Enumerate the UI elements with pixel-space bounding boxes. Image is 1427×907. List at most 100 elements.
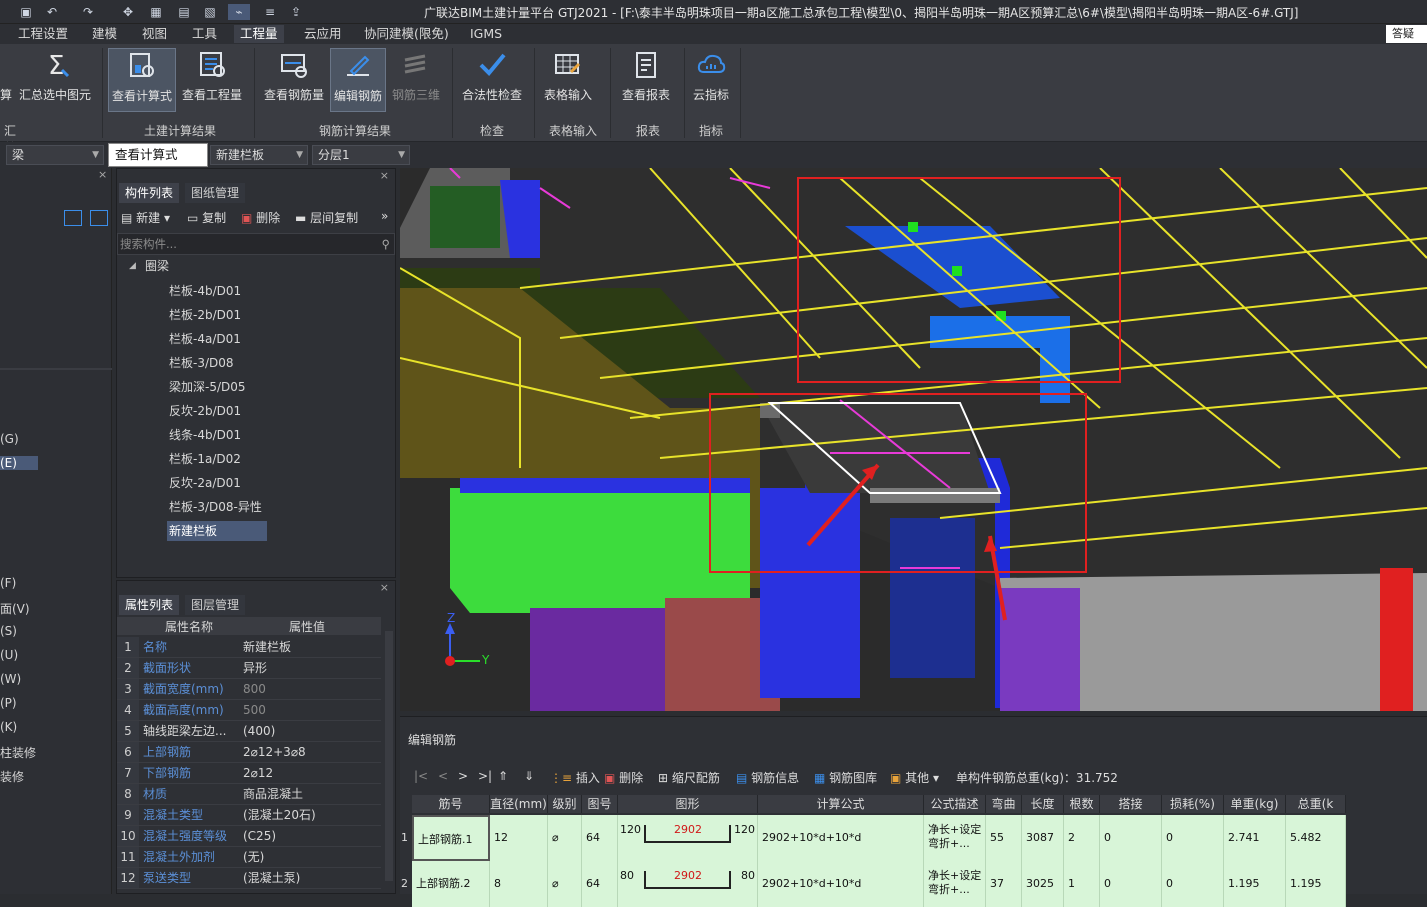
grid-cell[interactable]: 2902+10*d+10*d [758, 861, 924, 907]
nav-item[interactable]: 装修 [0, 768, 24, 785]
nav-item[interactable]: (S) [0, 624, 17, 638]
grid-column-header[interactable]: 筋号 [412, 795, 490, 813]
save-icon[interactable]: ▣ [18, 4, 34, 20]
calc-button[interactable]: 算 [0, 48, 12, 112]
close-icon[interactable]: × [98, 168, 107, 181]
property-row[interactable]: 4 截面高度(mm) 500 [117, 700, 381, 721]
next-icon[interactable]: > [458, 769, 468, 783]
tree-item[interactable]: 反坎-2b/D01 [167, 401, 243, 421]
3d-viewport[interactable]: Z Y [400, 168, 1427, 711]
move-icon[interactable]: ✥ [120, 4, 136, 20]
tree-item[interactable]: 线条-4b/D01 [167, 425, 243, 445]
grid-column-header[interactable]: 直径(mm) [490, 795, 548, 813]
property-row[interactable]: 10 混凝土强度等级 (C25) [117, 826, 381, 847]
grid-cell[interactable]: 0 [1162, 815, 1224, 861]
tree-item[interactable]: 梁加深-5/D05 [167, 377, 248, 397]
property-value[interactable]: (400) [243, 721, 275, 741]
grid-column-header[interactable]: 级别 [548, 795, 582, 813]
delete-button[interactable]: ▣ 删除 [241, 209, 280, 226]
menu-project-settings[interactable]: 工程设置 [12, 25, 74, 43]
tab-layer-management[interactable]: 图层管理 [185, 595, 246, 615]
other-button[interactable]: ▣ 其他 ▾ [890, 769, 939, 786]
grid-column-header[interactable]: 搭接 [1100, 795, 1162, 813]
property-value[interactable]: (混凝土20石) [243, 805, 316, 825]
tree-item[interactable]: 栏板-3/D08-异性 [167, 497, 264, 517]
type-select[interactable]: 梁 ▼ [6, 145, 104, 165]
nav-item[interactable]: 柱装修 [0, 744, 36, 761]
close-icon[interactable]: × [380, 169, 389, 182]
move-down-icon[interactable]: ⇓ [524, 769, 534, 783]
table-input-button[interactable]: 表格输入 [538, 48, 598, 112]
nav-item[interactable]: (P) [0, 696, 17, 710]
grid-cell[interactable]: 2902+10*d+10*d [758, 815, 924, 861]
property-value[interactable]: 2⌀12 [243, 763, 273, 783]
grid-cell[interactable]: 0 [1100, 861, 1162, 907]
prev-icon[interactable]: < [438, 769, 448, 783]
tree-item[interactable]: 栏板-3/D08 [167, 353, 236, 373]
grid-view-icon[interactable] [90, 210, 108, 226]
nav-item[interactable]: (K) [0, 720, 17, 734]
tree-item[interactable]: 栏板-4a/D01 [167, 329, 243, 349]
view-formula-button[interactable]: 查看计算式 [108, 48, 176, 112]
property-row[interactable]: 1 名称 新建栏板 [117, 637, 381, 658]
menu-collab[interactable]: 协同建模(限免) [358, 25, 455, 43]
grid-cell[interactable]: 2.741 [1224, 815, 1286, 861]
rebar-shape-cell[interactable]: 120 2902 120 [618, 815, 758, 861]
property-value[interactable]: (混凝土泵) [243, 868, 300, 888]
rebar-library-button[interactable]: ▦ 钢筋图库 [814, 769, 877, 786]
help-button[interactable]: 答疑解 [1386, 25, 1427, 58]
grid-column-header[interactable]: 长度 [1022, 795, 1064, 813]
property-row[interactable]: 7 下部钢筋 2⌀12 [117, 763, 381, 784]
grid-cell[interactable]: 0 [1100, 815, 1162, 861]
grid-cell[interactable]: 12 [490, 815, 548, 861]
tree-group[interactable]: 圈梁 [145, 257, 169, 274]
menu-cloud[interactable]: 云应用 [298, 25, 348, 43]
tab-component-list[interactable]: 构件列表 [119, 183, 180, 203]
nav-item[interactable]: (U) [0, 648, 18, 662]
first-icon[interactable]: |< [414, 769, 428, 783]
grid-cell[interactable]: 8 [490, 861, 548, 907]
close-icon[interactable]: × [380, 581, 389, 594]
image-icon[interactable]: ▧ [202, 4, 218, 20]
sum-selected-button[interactable]: Σ 汇总选中图元 [14, 48, 96, 112]
grid-column-header[interactable]: 总重(k [1286, 795, 1346, 813]
view-report-button[interactable]: 查看报表 [616, 48, 676, 112]
property-value[interactable]: 500 [243, 700, 266, 720]
undo-icon[interactable]: ↶ [44, 4, 60, 20]
grid-cell[interactable]: 5.482 [1286, 815, 1346, 861]
grid-cell[interactable]: 净长+设定弯折+... [924, 861, 986, 907]
grid-cell[interactable]: 64 [582, 815, 618, 861]
collapse-icon[interactable]: ◢ [129, 261, 136, 271]
rebar-3d-button[interactable]: 钢筋三维 [388, 48, 444, 112]
copy-between-floors-button[interactable]: ▬ 层间复制 [295, 209, 358, 226]
view-quantity-button[interactable]: 查看工程量 [178, 48, 246, 112]
grid-column-header[interactable]: 图号 [582, 795, 618, 813]
grid-cell[interactable]: 1.195 [1286, 861, 1346, 907]
grid-cell[interactable]: 37 [986, 861, 1022, 907]
redo-icon[interactable]: ↷ [80, 4, 96, 20]
property-row[interactable]: 3 截面宽度(mm) 800 [117, 679, 381, 700]
menu-quantity[interactable]: 工程量 [234, 25, 284, 43]
copy-button[interactable]: ▭ 复制 [187, 209, 226, 226]
property-row[interactable]: 5 轴线距梁左边... (400) [117, 721, 381, 742]
grid-column-header[interactable]: 公式描述 [924, 795, 986, 813]
property-value[interactable]: 2⌀12+3⌀8 [243, 742, 306, 762]
property-value[interactable]: 新建栏板 [243, 637, 291, 657]
align-icon[interactable]: ≡ [262, 4, 278, 20]
grid-cell[interactable]: 1.195 [1224, 861, 1286, 907]
grid-cell[interactable]: 64 [582, 861, 618, 907]
grid-cell[interactable]: 上部钢筋.2 [412, 861, 490, 907]
tree-item[interactable]: 栏板-1a/D02 [167, 449, 243, 469]
move-up-icon[interactable]: ⇑ [498, 769, 508, 783]
grid-cell[interactable]: 3087 [1022, 815, 1064, 861]
nav-item-selected[interactable]: (E) [0, 456, 38, 470]
last-icon[interactable]: >| [478, 769, 492, 783]
tab-drawing-management[interactable]: 图纸管理 [185, 183, 246, 203]
menu-view[interactable]: 视图 [136, 25, 173, 43]
tab-property-list[interactable]: 属性列表 [119, 595, 180, 615]
grid-cell[interactable]: 2 [1064, 815, 1100, 861]
menu-modeling[interactable]: 建模 [86, 25, 123, 43]
floor-select[interactable]: 分层1 ▼ [312, 145, 410, 165]
property-value[interactable]: 商品混凝土 [243, 784, 303, 804]
grid-column-header[interactable]: 根数 [1064, 795, 1100, 813]
